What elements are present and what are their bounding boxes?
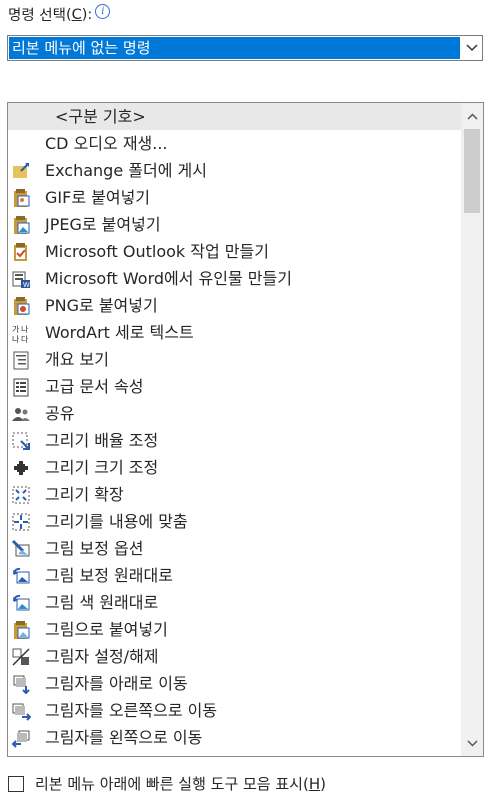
reset-picture-icon — [11, 566, 31, 586]
list-item-label: 그리기 배율 조정 — [45, 431, 159, 450]
shadow-toggle-icon — [11, 647, 31, 667]
list-item[interactable]: 공유 — [8, 400, 461, 427]
list-item[interactable]: Exchange 폴더에 게시 — [8, 157, 461, 184]
list-item[interactable]: 그림 보정 옵션 — [8, 535, 461, 562]
list-item-label: <구분 기호> — [55, 107, 146, 126]
expand-drawing-icon — [11, 485, 31, 505]
scroll-down-icon[interactable] — [461, 733, 483, 753]
shadow-down-icon — [11, 674, 31, 695]
scrollbar-thumb[interactable] — [464, 129, 480, 213]
svg-text:나: 나 — [12, 335, 20, 343]
list-item-label: PNG로 붙여넣기 — [45, 296, 158, 315]
list-item[interactable]: W Microsoft Word에서 유인물 만들기 — [8, 265, 461, 292]
shadow-right-icon — [11, 701, 32, 721]
list-item[interactable]: CD 오디오 재생... — [8, 130, 461, 157]
list-item[interactable]: 그림자를 오른쪽으로 이동 — [8, 697, 461, 724]
list-item[interactable]: JPEG로 붙여넣기 — [8, 211, 461, 238]
list-item-label: CD 오디오 재생... — [45, 134, 168, 153]
list-item-label: 그림자를 아래로 이동 — [45, 674, 188, 693]
list-item[interactable]: 개요 보기 — [8, 346, 461, 373]
document-properties-icon — [11, 377, 31, 397]
outline-view-icon — [11, 350, 31, 370]
svg-text:다: 다 — [21, 335, 29, 343]
list-item[interactable]: PNG로 붙여넣기 — [8, 292, 461, 319]
list-item[interactable]: 그리기를 내용에 맞춤 — [8, 508, 461, 535]
list-item-label: Exchange 폴더에 게시 — [45, 161, 207, 180]
vertical-scrollbar[interactable] — [461, 103, 483, 756]
list-item[interactable]: 그리기 확장 — [8, 481, 461, 508]
paste-jpeg-icon — [11, 215, 31, 235]
list-item[interactable]: 그리기 배율 조정 — [8, 427, 461, 454]
command-category-dropdown[interactable]: 리본 메뉴에 없는 명령 — [7, 35, 483, 61]
list-item[interactable]: <구분 기호> — [8, 103, 461, 130]
scale-drawing-icon — [11, 431, 31, 451]
shadow-left-icon — [11, 728, 31, 748]
list-item-label: 그림 보정 원래대로 — [45, 566, 173, 585]
paste-gif-icon — [11, 188, 31, 208]
chevron-down-icon[interactable] — [462, 37, 481, 59]
list-item-label: 고급 문서 속성 — [45, 377, 144, 396]
resize-drawing-icon — [11, 458, 31, 478]
vertical-text-icon: 가나나다 — [11, 323, 31, 344]
paste-picture-icon — [11, 620, 31, 640]
list-item-label: 그리기 크기 조정 — [45, 458, 159, 477]
list-item[interactable]: GIF로 붙여넣기 — [8, 184, 461, 211]
list-item[interactable]: 가 나 나 다 WordArt 세로 텍스트 — [8, 319, 461, 346]
list-item[interactable]: 고급 문서 속성 — [8, 373, 461, 400]
word-handout-icon: W — [11, 269, 31, 289]
command-select-label: 명령 선택(C): i — [8, 4, 111, 25]
list-item-label: 공유 — [45, 404, 75, 423]
list-item[interactable]: 그리기 크기 조정 — [8, 454, 461, 481]
post-folder-icon — [11, 161, 31, 181]
picture-correction-icon — [11, 539, 31, 559]
show-qat-below-ribbon[interactable]: 리본 메뉴 아래에 빠른 실행 도구 모음 표시(H) — [8, 773, 326, 794]
list-item[interactable]: Microsoft Outlook 작업 만들기 — [8, 238, 461, 265]
list-item[interactable]: 그림 보정 원래대로 — [8, 562, 461, 589]
list-item-label: Microsoft Outlook 작업 만들기 — [45, 242, 269, 261]
list-item[interactable]: 그림으로 붙여넣기 — [8, 616, 461, 643]
list-item-label: WordArt 세로 텍스트 — [45, 323, 194, 342]
list-item[interactable]: 그림자를 왼쪽으로 이동 — [8, 724, 461, 751]
list-item-label: 그림 보정 옵션 — [45, 539, 144, 558]
svg-text:가: 가 — [12, 325, 20, 334]
reset-color-icon — [11, 593, 31, 613]
list-item-label: 그림으로 붙여넣기 — [45, 620, 168, 639]
list-item-label: 그림자 설정/해제 — [45, 647, 159, 666]
paste-png-icon — [11, 296, 31, 316]
list-item[interactable]: 그림 색 원래대로 — [8, 589, 461, 616]
list-item-label: 그리기 확장 — [45, 485, 124, 504]
list-item-label: Microsoft Word에서 유인물 만들기 — [45, 269, 292, 288]
checkbox[interactable] — [8, 775, 24, 792]
list-item-label: 개요 보기 — [45, 350, 109, 369]
outlook-task-icon — [11, 242, 31, 262]
commands-list[interactable]: <구분 기호> CD 오디오 재생... Exchange 폴더에 게시 GIF로 붙… — [7, 102, 484, 757]
svg-text:W: W — [23, 282, 30, 289]
svg-text:나: 나 — [21, 325, 29, 334]
list-item-label: 그림자를 왼쪽으로 이동 — [45, 728, 203, 747]
share-people-icon — [11, 404, 31, 424]
fit-drawing-icon — [11, 512, 31, 532]
list-item-label: GIF로 붙여넣기 — [45, 188, 151, 207]
list-item-label: 그림 색 원래대로 — [45, 593, 159, 612]
list-item[interactable]: 그림자를 아래로 이동 — [8, 670, 461, 697]
list-item-label: 그리기를 내용에 맞춤 — [45, 512, 188, 531]
scroll-up-icon[interactable] — [461, 106, 483, 126]
list-item-label: 그림자를 오른쪽으로 이동 — [45, 701, 218, 720]
info-icon[interactable]: i — [95, 4, 111, 19]
list-item-label: JPEG로 붙여넣기 — [45, 215, 161, 234]
dropdown-selected-value: 리본 메뉴에 없는 명령 — [9, 37, 460, 59]
list-item[interactable]: 그림자 설정/해제 — [8, 643, 461, 670]
